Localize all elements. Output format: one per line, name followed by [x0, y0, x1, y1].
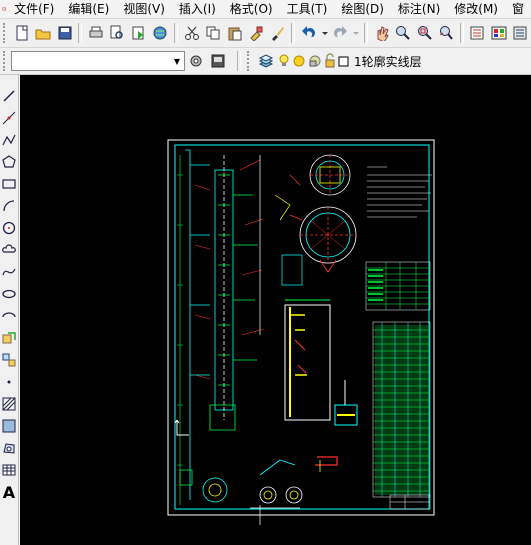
- spline-icon[interactable]: [0, 263, 18, 281]
- layer-manager-icon[interactable]: [256, 51, 276, 71]
- print-icon[interactable]: [86, 23, 105, 43]
- workspace-settings-icon[interactable]: [186, 51, 206, 71]
- cross-section: [299, 206, 357, 273]
- toolbar-separator: [174, 23, 178, 43]
- insert-block-icon[interactable]: [0, 329, 18, 347]
- line-icon[interactable]: [0, 87, 18, 105]
- toolbar-grip[interactable]: [3, 51, 8, 71]
- menu-bar: 文件(F) 编辑(E) 视图(V) 插入(I) 格式(O) 工具(T) 绘图(D…: [0, 0, 531, 19]
- toolbar-separator: [291, 23, 296, 43]
- redo-icon[interactable]: [331, 23, 350, 43]
- toolbar-separator: [364, 23, 369, 43]
- match-prop-icon[interactable]: [246, 23, 265, 43]
- zoom-window-icon[interactable]: [415, 23, 434, 43]
- toolbar-separator: [78, 23, 83, 43]
- menu-format[interactable]: 格式(O): [223, 0, 280, 18]
- gradient-icon[interactable]: [0, 417, 18, 435]
- menu-modify[interactable]: 修改(M): [447, 0, 505, 18]
- cut-icon[interactable]: [182, 23, 201, 43]
- hatch-icon[interactable]: [0, 395, 18, 413]
- table-icon[interactable]: [0, 461, 18, 479]
- zoom-previous-icon[interactable]: [436, 23, 455, 43]
- ellipse-arc-icon[interactable]: [0, 307, 18, 325]
- nozzle-detail: [284, 299, 331, 421]
- menu-edit[interactable]: 编辑(E): [61, 0, 116, 18]
- design-center-icon[interactable]: [489, 23, 508, 43]
- point-icon[interactable]: [0, 373, 18, 391]
- current-layer-name[interactable]: 1轮廓实线层: [354, 53, 422, 70]
- arc-icon[interactable]: [0, 197, 18, 215]
- layer-color-swatch-icon[interactable]: [338, 51, 350, 71]
- layer-thaw-sun-icon[interactable]: [292, 51, 306, 71]
- preview-icon[interactable]: [108, 23, 127, 43]
- bottom-details: [179, 456, 338, 509]
- tool-palette-icon[interactable]: [511, 23, 530, 43]
- redo-dropdown-icon[interactable]: [352, 23, 360, 43]
- menu-insert[interactable]: 插入(I): [172, 0, 223, 18]
- undo-dropdown-icon[interactable]: [321, 23, 329, 43]
- menu-dimension[interactable]: 标注(N): [391, 0, 447, 18]
- workspace-save-icon[interactable]: [208, 51, 228, 71]
- publish-icon[interactable]: [129, 23, 148, 43]
- brush-icon[interactable]: [268, 23, 287, 43]
- toolbar-separator: [237, 51, 241, 71]
- polyline-icon[interactable]: [0, 131, 18, 149]
- notes-block: [367, 166, 432, 218]
- zoom-realtime-icon[interactable]: [393, 23, 412, 43]
- workspace-select[interactable]: ▼: [11, 51, 185, 71]
- menu-draw[interactable]: 绘图(D): [334, 0, 391, 18]
- make-block-icon[interactable]: [0, 351, 18, 369]
- region-icon[interactable]: [0, 439, 18, 457]
- pan-realtime-icon[interactable]: [372, 23, 391, 43]
- save-icon[interactable]: [55, 23, 74, 43]
- cad-drawing[interactable]: [20, 75, 531, 545]
- draw-toolbar: A: [0, 75, 19, 545]
- toolbar-separator: [459, 23, 464, 43]
- tower-labels: [194, 159, 265, 380]
- menu-view[interactable]: 视图(V): [116, 0, 172, 18]
- menu-window[interactable]: 窗: [505, 0, 531, 18]
- menu-file[interactable]: 文件(F): [7, 0, 61, 18]
- tower-column: [185, 149, 258, 500]
- mtext-label: A: [2, 482, 16, 502]
- chevron-down-icon[interactable]: ▼: [170, 53, 184, 69]
- flange-detail-top: [309, 154, 351, 196]
- properties-icon[interactable]: [468, 23, 487, 43]
- toolbar-grip[interactable]: [3, 23, 8, 43]
- menu-tools[interactable]: 工具(T): [280, 0, 335, 18]
- globe-icon[interactable]: [151, 23, 170, 43]
- undo-icon[interactable]: [299, 23, 318, 43]
- new-icon[interactable]: [12, 23, 31, 43]
- dimension-chain: [177, 155, 183, 505]
- layer-viewport-icon[interactable]: [308, 51, 322, 71]
- polygon-icon[interactable]: [0, 153, 18, 171]
- construction-line-icon[interactable]: [0, 109, 18, 127]
- rectangle-icon[interactable]: [0, 175, 18, 193]
- open-icon[interactable]: [33, 23, 52, 43]
- section-details: [259, 155, 303, 335]
- ellipse-icon[interactable]: [0, 285, 18, 303]
- standard-toolbar: [0, 19, 531, 48]
- circle-icon[interactable]: [0, 219, 18, 237]
- nozzle-table: [372, 321, 431, 498]
- layer-on-bulb-icon[interactable]: [278, 51, 290, 71]
- toolbar-grip[interactable]: [247, 51, 252, 71]
- revision-cloud-icon[interactable]: [0, 241, 18, 259]
- copy-icon[interactable]: [203, 23, 222, 43]
- parameter-table: [365, 261, 431, 311]
- layer-lock-icon[interactable]: [324, 51, 336, 71]
- layers-toolbar: ▼ 1轮廓实线层: [0, 48, 531, 75]
- drawing-canvas[interactable]: [20, 75, 531, 545]
- pipe-detail: [334, 380, 358, 426]
- paste-icon[interactable]: [225, 23, 244, 43]
- mtext-icon[interactable]: A: [0, 482, 18, 502]
- ucs-icon: [174, 419, 189, 436]
